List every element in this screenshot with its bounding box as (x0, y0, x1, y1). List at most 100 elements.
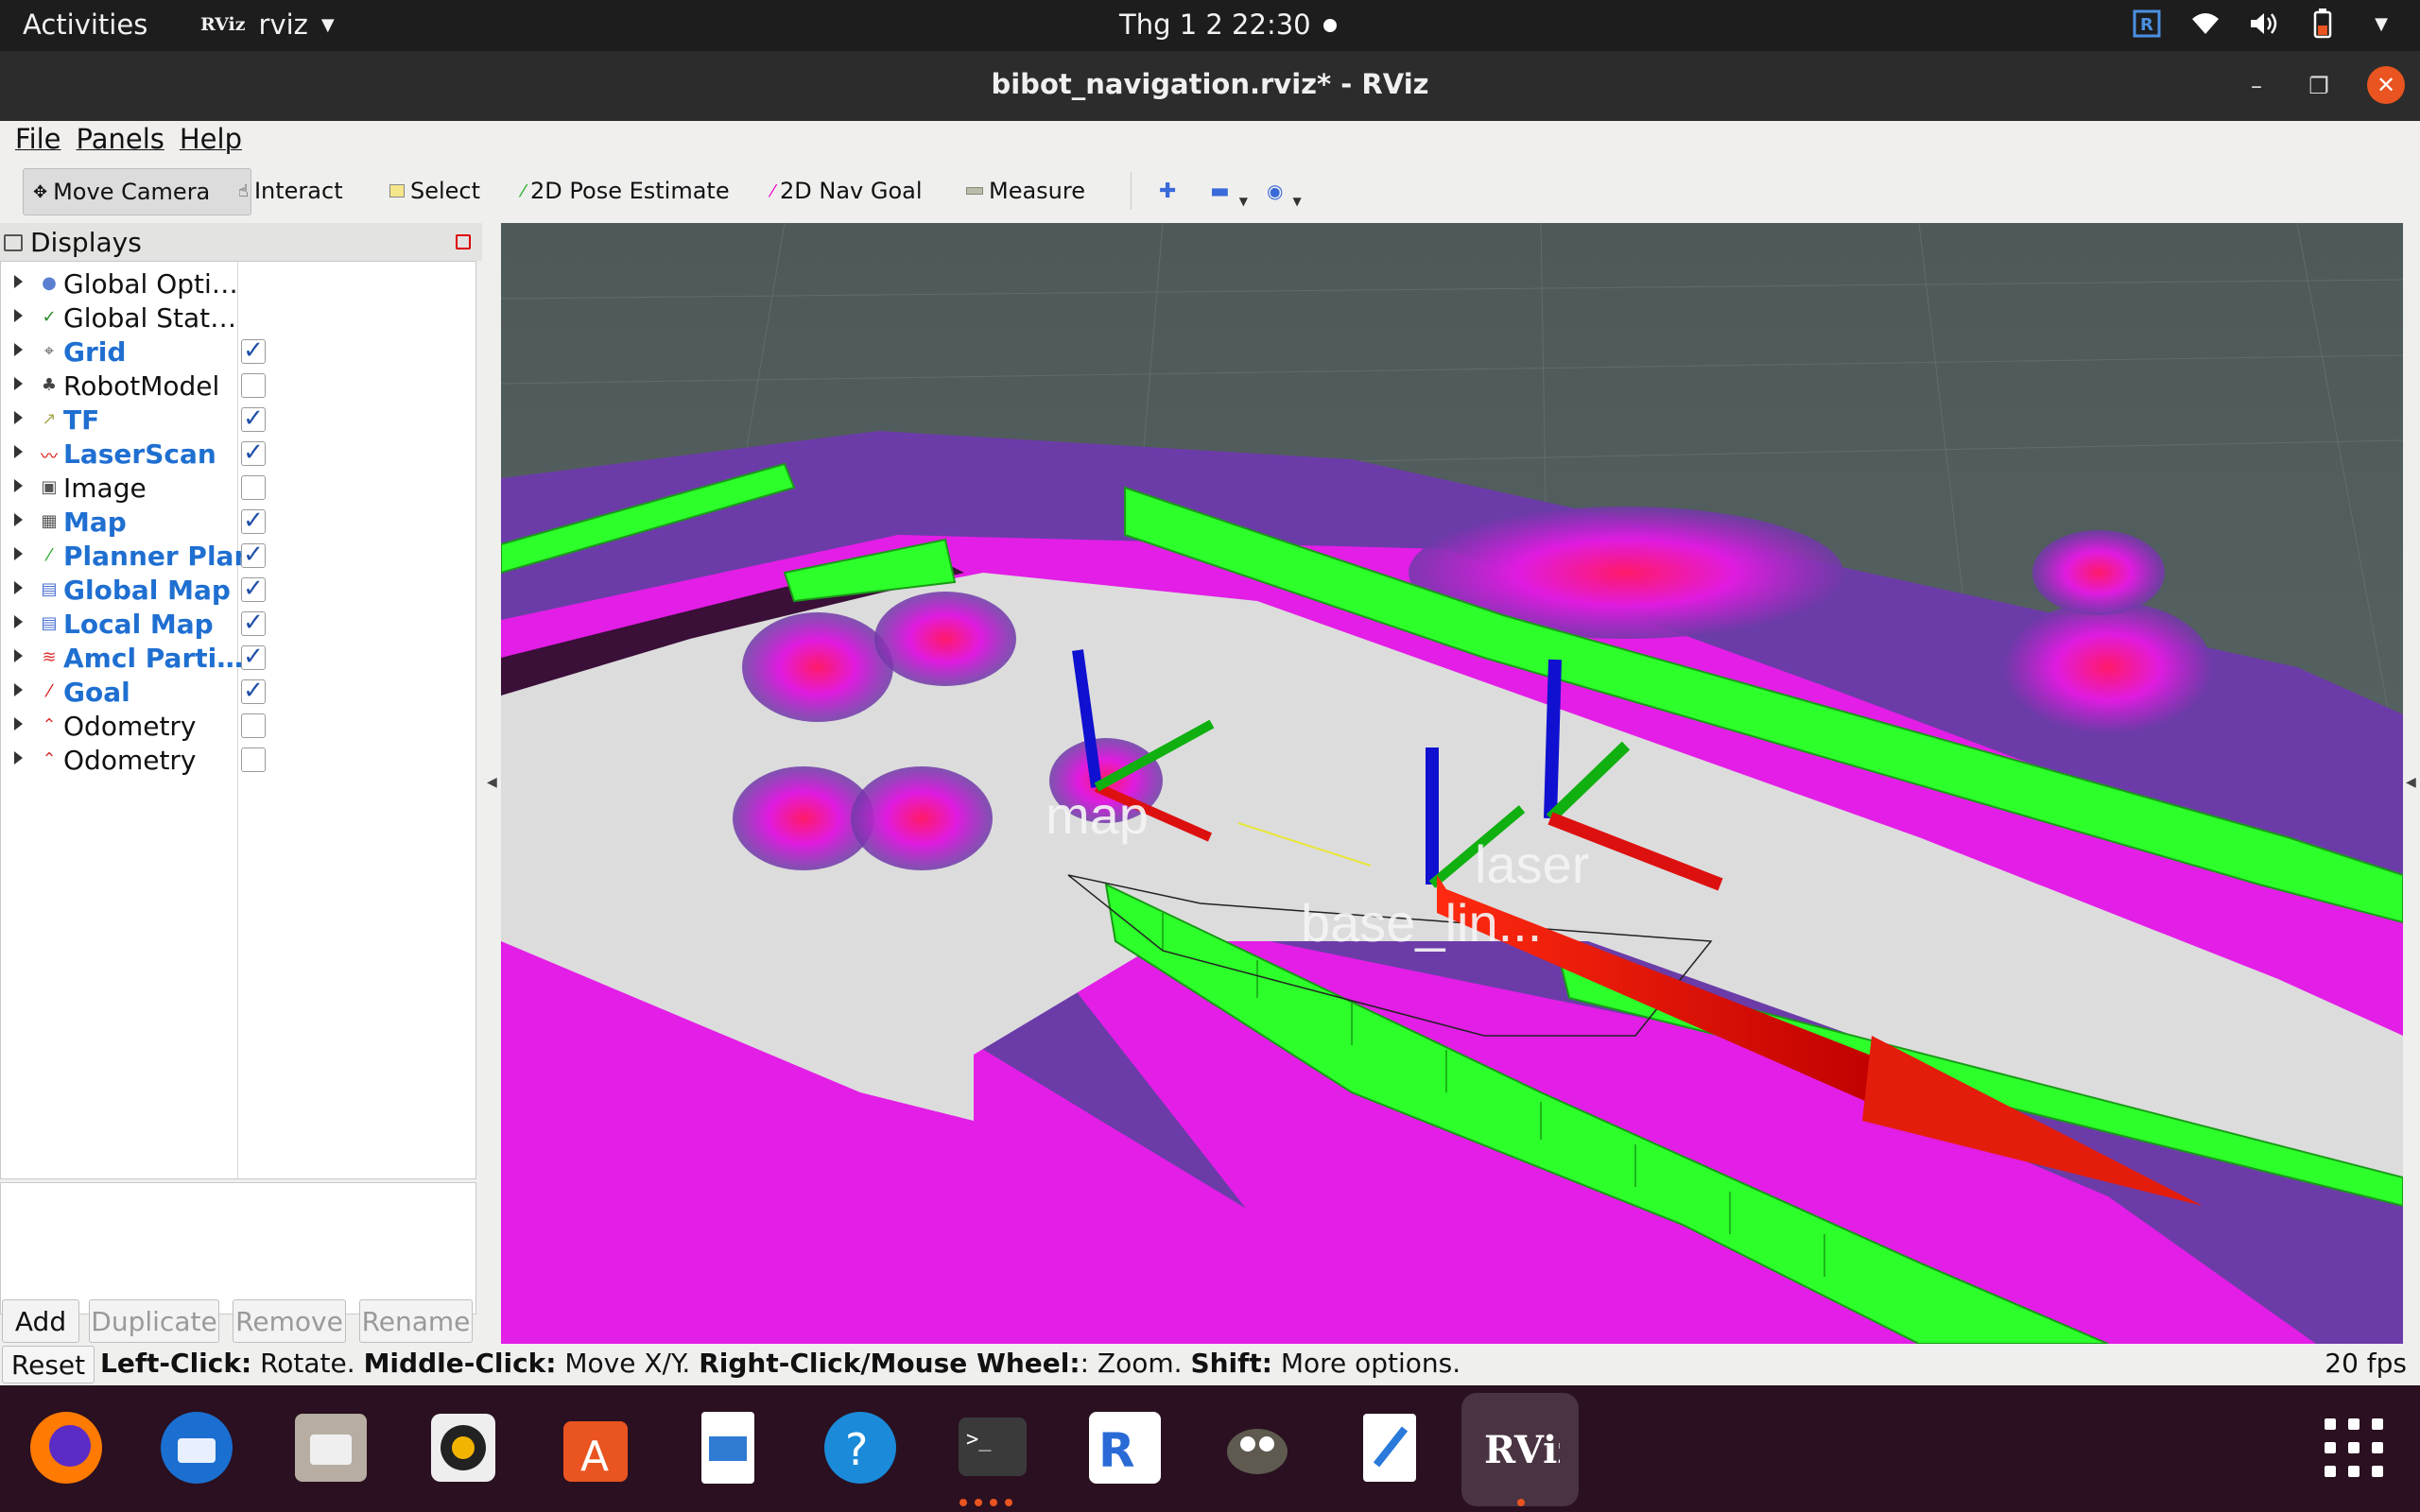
display-item[interactable]: ⁄ Planner Plan ✓ (1, 540, 474, 574)
display-item[interactable]: ✓ Global Stat… (1, 301, 474, 335)
system-menu-chevron-icon[interactable]: ▼ (2365, 8, 2397, 40)
hand-icon: ☝ (238, 180, 249, 201)
enable-checkbox[interactable]: ✓ (241, 610, 266, 636)
system-tray[interactable]: R ▼ (2131, 8, 2397, 40)
writer-icon[interactable] (686, 1406, 769, 1489)
display-item[interactable]: ⌃ Odometry (1, 710, 474, 744)
view-tool-icon[interactable]: ◉ ▼ (1257, 168, 1311, 214)
display-item-label: Local Map (63, 609, 214, 640)
maximize-button[interactable]: ❐ (2301, 68, 2337, 104)
enable-checkbox[interactable]: ✓ (241, 508, 266, 534)
expand-arrow-icon[interactable] (14, 411, 23, 424)
volume-icon[interactable] (2248, 8, 2280, 40)
move-camera-tool[interactable]: ✥ Move Camera (23, 168, 251, 215)
display-item-label: Planner Plan (63, 541, 253, 572)
menu-help[interactable]: Help (180, 123, 242, 155)
app-menu[interactable]: RViz rviz ▼ (200, 9, 335, 41)
menu-file[interactable]: File (15, 123, 61, 155)
expand-arrow-icon[interactable] (14, 445, 23, 458)
enable-checkbox[interactable]: ✓ (241, 440, 266, 466)
expand-arrow-icon[interactable] (14, 479, 23, 492)
enable-checkbox[interactable]: ✓ (241, 576, 266, 602)
firefox-icon[interactable] (25, 1406, 108, 1489)
display-item[interactable]: ⌖ Grid ✓ (1, 335, 474, 369)
expand-arrow-icon[interactable] (14, 547, 23, 560)
display-item[interactable]: ▣ Image (1, 472, 474, 506)
software-icon[interactable]: A (554, 1406, 637, 1489)
expand-arrow-icon[interactable] (14, 275, 23, 288)
enable-checkbox[interactable]: ✓ (241, 542, 266, 568)
text-editor-icon[interactable] (1348, 1406, 1431, 1489)
minimize-button[interactable]: – (2238, 68, 2274, 104)
display-item[interactable]: ● Global Opti… (1, 267, 474, 301)
window-titlebar[interactable]: bibot_navigation.rviz* - RViz – ❐ ✕ (0, 51, 2420, 121)
rhythmbox-icon[interactable] (422, 1406, 505, 1489)
expand-arrow-icon[interactable] (14, 649, 23, 662)
remove-button[interactable]: Remove (233, 1299, 346, 1343)
expand-arrow-icon[interactable] (14, 513, 23, 526)
files-icon[interactable] (289, 1406, 372, 1489)
measure-tool[interactable]: Measure (957, 168, 1095, 214)
display-item[interactable]: ♣ RobotModel (1, 369, 474, 404)
enable-checkbox[interactable]: ✓ (241, 406, 266, 432)
expand-arrow-icon[interactable] (14, 615, 23, 628)
display-item[interactable]: ⁄ Goal ✓ (1, 676, 474, 710)
enable-checkbox[interactable]: ✓ (241, 338, 266, 364)
running-indicator (959, 1499, 967, 1506)
display-item[interactable]: ⌃ Odometry (1, 744, 474, 778)
expand-arrow-icon[interactable] (14, 751, 23, 765)
menu-panels[interactable]: Panels (77, 123, 164, 155)
enable-checkbox[interactable] (241, 475, 266, 500)
rviz-icon[interactable]: RViz (1461, 1393, 1579, 1506)
reset-button[interactable]: Reset (2, 1346, 95, 1383)
render-viewport[interactable]: map laser base_lin... (501, 223, 2403, 1344)
close-panel-icon[interactable] (456, 234, 471, 249)
add-button[interactable]: Add (2, 1299, 79, 1343)
pose-estimate-tool[interactable]: ⁄ 2D Pose Estimate (512, 168, 739, 214)
remove-tool-icon[interactable]: ▬ ▼ (1201, 168, 1257, 214)
rename-button[interactable]: Rename (359, 1299, 473, 1343)
expand-arrow-icon[interactable] (14, 343, 23, 356)
panel-splitter[interactable]: ◀ (482, 223, 501, 1344)
expand-arrow-icon[interactable] (14, 581, 23, 594)
nav-goal-tool[interactable]: ⁄ 2D Nav Goal (762, 168, 932, 214)
check-icon: ✓ (42, 307, 57, 327)
battery-icon[interactable] (2307, 8, 2339, 40)
enable-checkbox[interactable] (241, 747, 266, 772)
display-item[interactable]: 〰 LaserScan ✓ (1, 438, 474, 472)
add-tool-icon[interactable]: ✚ (1150, 168, 1185, 214)
grid-icon: ⌖ (43, 341, 55, 361)
enable-checkbox[interactable]: ✓ (241, 644, 266, 670)
top-bar: Activities RViz rviz ▼ Thg 1 2 22:30 R ▼ (0, 0, 2420, 51)
display-item[interactable]: ▤ Global Map ✓ (1, 574, 474, 608)
vnc-tray-icon[interactable]: R (2131, 8, 2163, 40)
enable-checkbox[interactable] (241, 373, 266, 398)
display-item[interactable]: ≋ Amcl Parti… ✓ (1, 642, 474, 676)
vnc-icon[interactable]: R (1083, 1406, 1167, 1489)
interact-tool[interactable]: ☝ Interact (229, 168, 353, 214)
right-splitter[interactable]: ◀ (2403, 223, 2420, 1344)
gimp-icon[interactable] (1216, 1406, 1299, 1489)
wifi-icon[interactable] (2189, 8, 2221, 40)
help-icon[interactable]: ? (819, 1406, 902, 1489)
expand-arrow-icon[interactable] (14, 377, 23, 390)
duplicate-button[interactable]: Duplicate (89, 1299, 219, 1343)
display-item[interactable]: ▦ Map ✓ (1, 506, 474, 540)
display-item-label: Amcl Parti… (63, 643, 244, 674)
thunderbird-icon[interactable] (155, 1406, 238, 1489)
terminal-icon[interactable]: >_ (951, 1406, 1034, 1489)
display-item[interactable]: ↗ TF ✓ (1, 404, 474, 438)
select-tool[interactable]: Select (380, 168, 490, 214)
close-button[interactable]: ✕ (2367, 66, 2405, 104)
clock[interactable]: Thg 1 2 22:30 (1119, 9, 1311, 41)
activities-button[interactable]: Activities (23, 9, 147, 41)
expand-arrow-icon[interactable] (14, 683, 23, 696)
expand-arrow-icon[interactable] (14, 309, 23, 322)
expand-arrow-icon[interactable] (14, 717, 23, 730)
dock: A ? >_ R RViz (0, 1385, 2420, 1512)
notification-dot-icon (1323, 19, 1337, 32)
enable-checkbox[interactable] (241, 713, 266, 738)
show-apps-icon[interactable] (2312, 1406, 2395, 1489)
enable-checkbox[interactable]: ✓ (241, 679, 266, 704)
display-item[interactable]: ▤ Local Map ✓ (1, 608, 474, 642)
